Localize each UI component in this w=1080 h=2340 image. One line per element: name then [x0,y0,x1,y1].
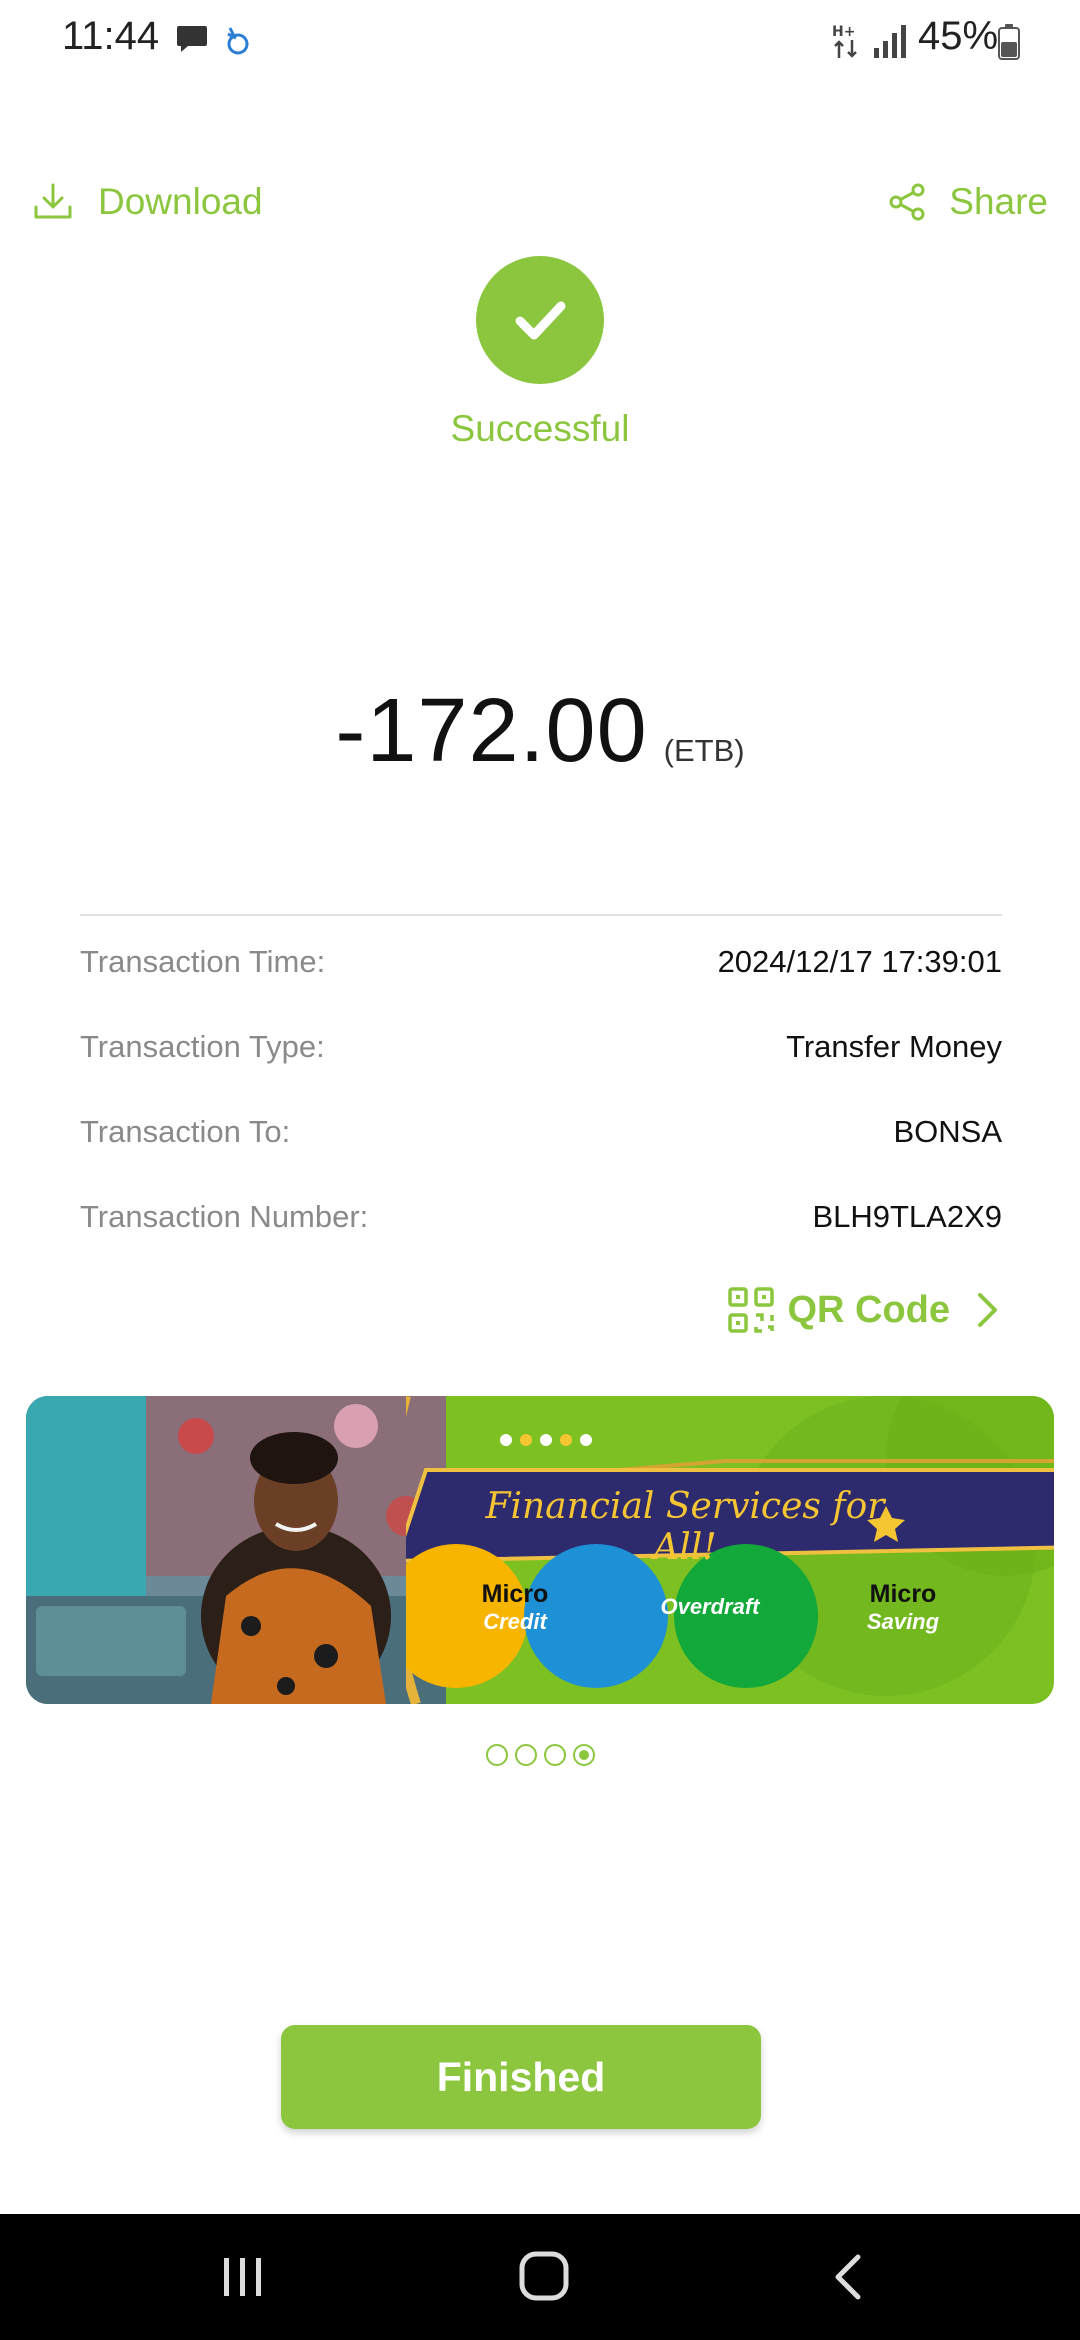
banner-pill-micro-credit: Micro Credit [440,1580,590,1635]
banner-title: Financial Services for All! [485,1486,885,1568]
svg-text:H+: H+ [832,24,855,40]
decoration-dot [560,1434,572,1446]
pager-dot[interactable] [543,1744,566,1766]
decoration-dot [520,1434,532,1446]
download-label: Download [98,181,263,222]
detail-value: 2024/12/17 17:39:01 [717,944,1002,979]
pill-bottom-label: Saving [866,1609,940,1634]
battery-percentage: 45% [918,14,999,58]
banner-pager [0,1744,1080,1766]
back-icon[interactable] [830,2252,864,2302]
status-text: Successful [450,408,630,449]
share-label: Share [949,181,1048,222]
pager-dot[interactable] [485,1744,508,1766]
qr-code-link[interactable]: QR Code [727,1282,1002,1338]
share-button[interactable]: Share [887,172,1048,232]
qr-code-label: QR Code [787,1288,950,1331]
battery-icon [998,24,1020,60]
detail-row-transaction-number: Transaction Number: BLH9TLA2X9 [80,1192,1002,1242]
pill-bottom-label: Overdraft [660,1594,760,1619]
download-icon [34,183,72,219]
decoration-dot [580,1434,592,1446]
system-nav-bar [0,2214,1080,2340]
amount-display: -172.00 (ETB) [0,680,1080,783]
detail-label: Transaction To: [80,1114,291,1149]
banner-pill-micro-saving: Micro Saving [828,1580,978,1635]
recent-apps-icon[interactable] [218,2254,268,2300]
pill-top-label: Micro [481,1580,549,1608]
mobile-data-icon: H+ [832,24,857,58]
pager-dot-active[interactable] [572,1744,595,1766]
detail-value: Transfer Money [786,1029,1002,1064]
decoration-dot [500,1434,512,1446]
detail-label: Transaction Number: [80,1199,369,1234]
share-icon [889,183,925,221]
success-icon [476,256,604,384]
banner-pill-overdraft: Overdraft [635,1594,785,1620]
amount-currency: (ETB) [663,733,745,768]
pill-top-label: Micro [869,1580,937,1608]
signal-icon [874,25,906,58]
amount-value: -172.00 [335,681,648,781]
status-time: 11:44 [62,14,160,58]
decoration-dot [540,1434,552,1446]
qr-code-icon [728,1287,775,1333]
detail-row-transaction-to: Transaction To: BONSA [80,1107,1002,1157]
status-bar: 11:44 H+ 45% [0,0,1080,80]
banner-photo [26,1396,446,1704]
detail-row-transaction-type: Transaction Type: Transfer Money [80,1022,1002,1072]
pager-dot[interactable] [514,1744,537,1766]
finished-button[interactable]: Finished [281,2025,761,2129]
download-button[interactable]: Download [32,172,263,232]
message-icon [177,26,207,52]
chevron-right-icon [978,1293,997,1327]
pill-bottom-label: Credit [483,1609,547,1634]
app-notification-icon [227,27,249,55]
checkmark-icon [515,301,566,340]
detail-row-transaction-time: Transaction Time: 2024/12/17 17:39:01 [80,937,1002,987]
detail-label: Transaction Time: [80,944,326,979]
home-icon[interactable] [518,2250,570,2302]
divider [80,914,1002,916]
detail-value: BONSA [893,1114,1002,1149]
detail-value: BLH9TLA2X9 [812,1199,1002,1234]
detail-label: Transaction Type: [80,1029,325,1064]
banner-decoration-dots [500,1434,592,1446]
